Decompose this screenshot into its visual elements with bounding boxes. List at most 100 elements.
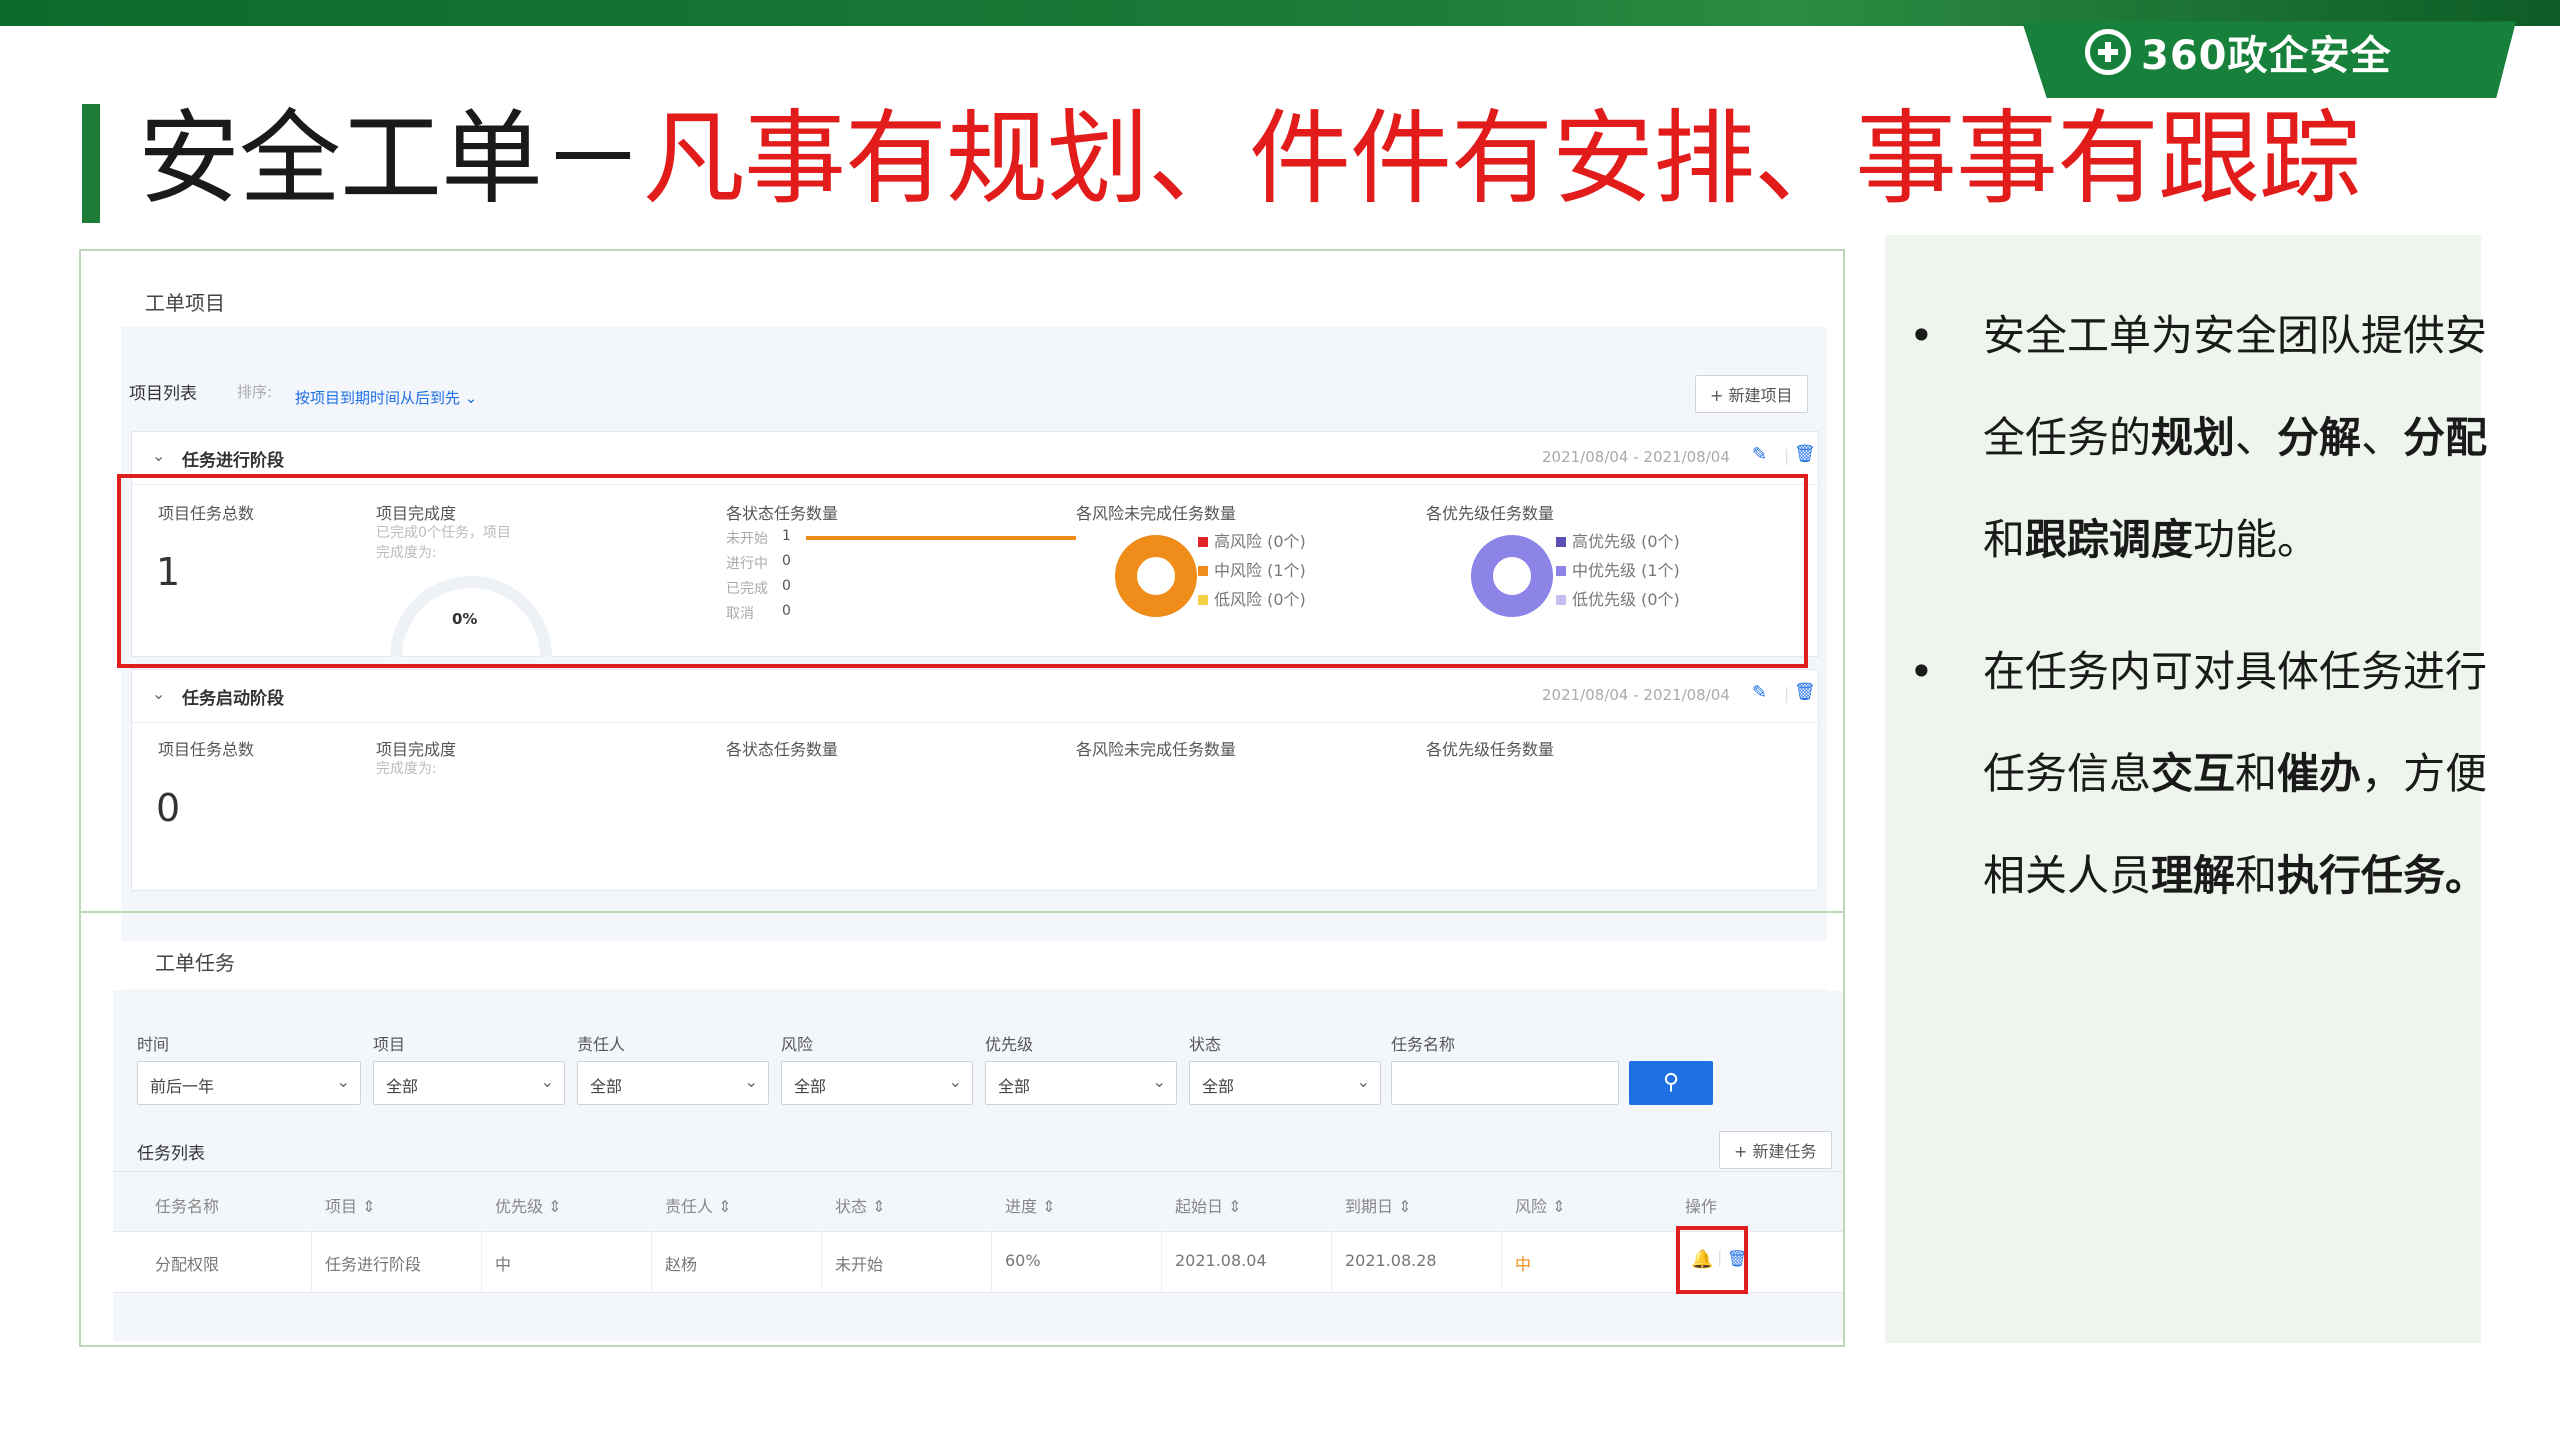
slide-title: 安全工单－凡事有规划、件件有安排、事事有跟踪 bbox=[138, 100, 2361, 220]
edit-icon[interactable]: ✎ bbox=[1752, 444, 1767, 465]
delete-icon[interactable]: 🗑 bbox=[1794, 682, 1816, 702]
app-screenshot: 工单项目 项目列表 排序: 按项目到期时间从后到先 ⌄ + 新建项目 ⌄ 任务进… bbox=[79, 249, 1845, 1347]
bullet-emphasis: 执行任务。 bbox=[2277, 851, 2488, 900]
table-cell: 2021.08.04 bbox=[1175, 1251, 1267, 1270]
table-cell: 赵杨 bbox=[665, 1255, 698, 1274]
cell-divider bbox=[1161, 1231, 1162, 1293]
delete-icon[interactable]: 🗑 bbox=[1794, 444, 1816, 464]
title-red-part: 凡事有规划、件件有安排、事事有跟踪 bbox=[643, 100, 2361, 219]
bullet-item: • 在任务内可对具体任务进行任务信息交互和催办，方便相关人员理解和执行任务。 bbox=[1909, 621, 2487, 927]
project-list-label: 项目列表 bbox=[129, 384, 197, 404]
risk-count-label: 各风险未完成任务数量 bbox=[1076, 740, 1237, 759]
bullet-panel: • 安全工单为安全团队提供安全任务的规划、分解、分配和跟踪调度功能。 • 在任务… bbox=[1885, 235, 2487, 1343]
priority-select[interactable]: 全部 ⌄ bbox=[985, 1061, 1177, 1105]
collapse-chevron-icon[interactable]: ⌄ bbox=[152, 446, 165, 465]
bullet-dot-icon: • bbox=[1909, 647, 1934, 696]
stage-date-range: 2021/08/04 - 2021/08/04 bbox=[1542, 686, 1730, 704]
bullet-text: 安全工单为安全团队提供安全任务的规划、分解、分配和跟踪调度功能。 bbox=[1983, 285, 2493, 591]
cell-divider bbox=[1501, 1231, 1502, 1293]
bullet-emphasis: 规划 bbox=[2151, 413, 2236, 462]
table-cell: 任务进行阶段 bbox=[325, 1255, 422, 1274]
tasks-section-title: 工单任务 bbox=[155, 951, 235, 975]
stage-name: 任务启动阶段 bbox=[182, 689, 284, 709]
edit-icon[interactable]: ✎ bbox=[1752, 682, 1767, 703]
risk-select[interactable]: 全部 ⌄ bbox=[781, 1061, 973, 1105]
bullet-text: 在任务内可对具体任务进行任务信息交互和催办，方便相关人员理解和执行任务。 bbox=[1983, 621, 2493, 927]
filter-label: 状态 bbox=[1189, 1035, 1222, 1054]
table-cell: 2021.08.28 bbox=[1345, 1251, 1437, 1270]
brand-logo-lockup: 360政企安全 bbox=[2085, 22, 2392, 82]
status-count-label: 各状态任务数量 bbox=[726, 740, 839, 759]
project-select[interactable]: 全部 ⌄ bbox=[373, 1061, 565, 1105]
divider bbox=[132, 722, 1820, 723]
brand-name: 360政企安全 bbox=[2141, 33, 2392, 79]
new-project-button[interactable]: + 新建项目 bbox=[1695, 375, 1808, 413]
highlight-box-actions bbox=[1676, 1226, 1748, 1294]
title-accent-bar bbox=[82, 104, 100, 223]
column-header[interactable]: 优先级 ⇕ bbox=[495, 1193, 562, 1217]
task-name-input[interactable] bbox=[1391, 1061, 1619, 1105]
bullet-segment: 功能。 bbox=[2193, 515, 2320, 564]
completion-label: 项目完成度 bbox=[376, 740, 457, 759]
task-list-label: 任务列表 bbox=[137, 1144, 205, 1164]
sort-label: 排序: bbox=[237, 383, 273, 401]
chevron-down-icon: ⌄ bbox=[540, 1072, 554, 1091]
status-select[interactable]: 全部 ⌄ bbox=[1189, 1061, 1381, 1105]
bullet-emphasis: 交互 bbox=[2151, 749, 2236, 798]
stage-date-range: 2021/08/04 - 2021/08/04 bbox=[1542, 448, 1730, 466]
bullet-emphasis: 跟踪调度 bbox=[2025, 515, 2194, 564]
cell-divider bbox=[651, 1231, 652, 1293]
section-divider bbox=[81, 911, 1843, 913]
bullet-segment: 和 bbox=[2235, 749, 2278, 798]
collapse-chevron-icon[interactable]: ⌄ bbox=[152, 684, 165, 703]
time-select[interactable]: 前后一年 ⌄ bbox=[137, 1061, 361, 1105]
bullet-emphasis: 分解 bbox=[2277, 413, 2362, 462]
tasks-header bbox=[113, 941, 1843, 989]
plus-circle-icon bbox=[2085, 29, 2131, 75]
table-header: 任务名称 项目 ⇕ 优先级 ⇕ 责任人 ⇕ 状态 ⇕ 进度 ⇕ 起始日 ⇕ 到期日 ⇕ 风险 ⇕… bbox=[113, 1181, 1843, 1221]
table-cell: 分配权限 bbox=[155, 1255, 220, 1274]
bullet-segment: 和 bbox=[1983, 515, 2026, 564]
cell-divider bbox=[311, 1231, 312, 1293]
owner-select[interactable]: 全部 ⌄ bbox=[577, 1061, 769, 1105]
column-header[interactable]: 到期日 ⇕ bbox=[1345, 1193, 1412, 1217]
filter-label: 责任人 bbox=[577, 1035, 626, 1054]
chevron-down-icon: ⌄ bbox=[948, 1072, 962, 1091]
table-cell: 60% bbox=[1005, 1251, 1041, 1270]
table-cell: 中 bbox=[1515, 1255, 1532, 1274]
chevron-down-icon: ⌄ bbox=[744, 1072, 758, 1091]
stage-name: 任务进行阶段 bbox=[182, 451, 284, 471]
stage-card: ⌄ 任务启动阶段 2021/08/04 - 2021/08/04 ✎ | 🗑 项… bbox=[131, 669, 1820, 891]
bullet-segment: 、 bbox=[2361, 413, 2404, 462]
cell-divider bbox=[481, 1231, 482, 1293]
table-row-cells: 分配权限 任务进行阶段 中 赵杨 未开始 60% 2021.08.04 2021.08.28 中 bbox=[113, 1231, 1843, 1293]
search-icon: ⚲ bbox=[1662, 1070, 1680, 1095]
table-cell: 中 bbox=[495, 1255, 512, 1274]
column-header[interactable]: 风险 ⇕ bbox=[1515, 1193, 1566, 1217]
column-header[interactable]: 进度 ⇕ bbox=[1005, 1193, 1056, 1217]
total-tasks-value: 0 bbox=[156, 786, 181, 830]
column-header[interactable]: 责任人 ⇕ bbox=[665, 1193, 732, 1217]
column-header: 任务名称 bbox=[155, 1197, 220, 1216]
priority-count-label: 各优先级任务数量 bbox=[1426, 740, 1555, 759]
bullet-emphasis: 理解 bbox=[2151, 851, 2236, 900]
sort-dropdown[interactable]: 按项目到期时间从后到先 ⌄ bbox=[295, 387, 477, 408]
cell-divider bbox=[821, 1231, 822, 1293]
projects-section-title: 工单项目 bbox=[145, 291, 225, 315]
filter-label: 项目 bbox=[373, 1035, 406, 1054]
column-header[interactable]: 项目 ⇕ bbox=[325, 1193, 376, 1217]
column-header[interactable]: 起始日 ⇕ bbox=[1175, 1193, 1242, 1217]
new-task-button[interactable]: + 新建任务 bbox=[1719, 1131, 1832, 1169]
filter-label: 优先级 bbox=[985, 1035, 1034, 1054]
bullet-dot-icon: • bbox=[1909, 311, 1934, 360]
chevron-down-icon: ⌄ bbox=[464, 389, 478, 407]
search-button[interactable]: ⚲ bbox=[1629, 1061, 1713, 1105]
bullet-emphasis: 分配 bbox=[2403, 413, 2488, 462]
column-header: 操作 bbox=[1685, 1197, 1718, 1216]
bullet-item: • 安全工单为安全团队提供安全任务的规划、分解、分配和跟踪调度功能。 bbox=[1909, 285, 2487, 591]
column-header[interactable]: 状态 ⇕ bbox=[835, 1193, 886, 1217]
filter-label: 时间 bbox=[137, 1035, 170, 1054]
total-tasks-label: 项目任务总数 bbox=[158, 740, 255, 759]
chevron-down-icon: ⌄ bbox=[1356, 1072, 1370, 1091]
bullet-emphasis: 催办 bbox=[2277, 749, 2362, 798]
